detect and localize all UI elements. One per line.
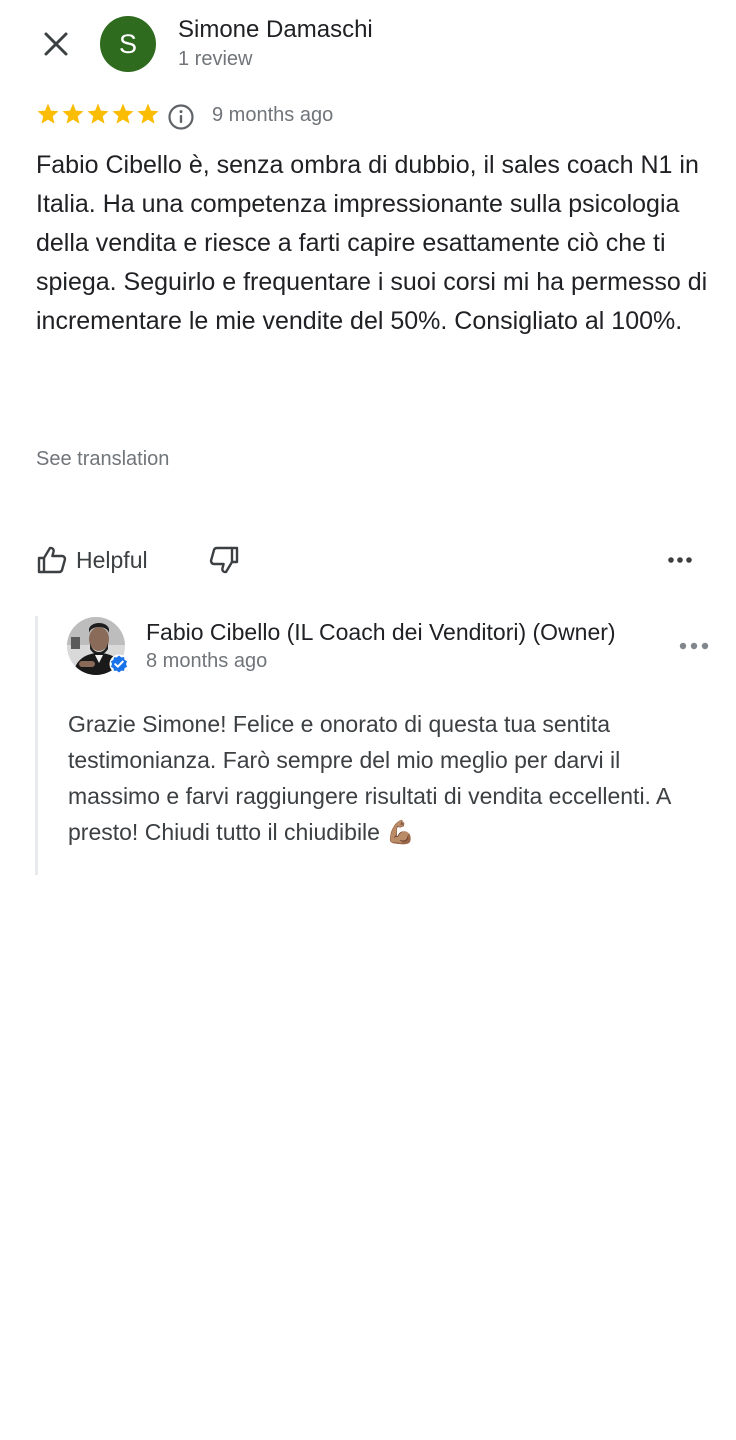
reply-divider (35, 616, 38, 875)
review-text: Fabio Cibello è, senza ombra di dubbio, … (36, 151, 708, 335)
star-icon (87, 103, 109, 124)
star-rating (36, 102, 160, 130)
reply-text: Grazie Simone! Felice e onorato di quest… (68, 711, 671, 845)
star-icon (112, 103, 134, 124)
helpful-label: Helpful (76, 546, 148, 573)
reviewer-review-count: 1 review (178, 48, 253, 70)
not-helpful-button[interactable] (204, 540, 244, 580)
verified-badge-icon (109, 654, 129, 674)
see-translation-link[interactable]: See translation (36, 448, 169, 471)
thumbs-down-icon (209, 546, 239, 574)
reviewer-avatar-initial: S (118, 28, 137, 59)
close-button[interactable] (34, 22, 78, 66)
reply-more-button[interactable] (674, 626, 714, 666)
helpful-button[interactable]: Helpful (36, 540, 148, 580)
reply-date: 8 months ago (146, 650, 268, 672)
more-horizontal-icon (679, 642, 709, 650)
info-icon (168, 104, 194, 130)
review-date: 9 months ago (212, 104, 334, 126)
close-icon (44, 32, 68, 56)
info-button[interactable] (166, 102, 196, 132)
reviewer-avatar[interactable]: S (100, 16, 156, 72)
star-icon (62, 103, 84, 124)
owner-avatar[interactable] (67, 617, 129, 675)
reviewer-name[interactable]: Simone Damaschi (178, 16, 373, 44)
thumbs-up-icon (37, 546, 67, 574)
owner-name[interactable]: Fabio Cibello (IL Coach dei Venditori) (… (146, 619, 640, 646)
review-more-button[interactable] (660, 540, 700, 580)
star-icon (137, 103, 159, 124)
star-icon (37, 103, 59, 124)
more-horizontal-icon (668, 557, 692, 563)
